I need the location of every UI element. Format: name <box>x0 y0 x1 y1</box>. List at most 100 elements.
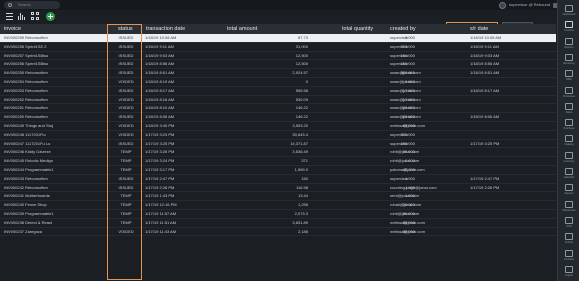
cell-status: TEMP <box>120 158 132 164</box>
table-row[interactable]: INV000237 Zaregoza VOIDED 1/17/19 11:43 AM… <box>0 228 556 237</box>
cell-invoice: INV000249 Things and Stuj <box>4 122 53 128</box>
sidebar-item-invoices[interactable]: Invoices <box>558 19 579 35</box>
cell-status: TEMP <box>120 202 132 208</box>
table-row[interactable]: INV000256 Sprint1SBiso ISSUED 1/18/19 8:56… <box>0 60 556 70</box>
cell-invoice: INV000247 1117201Fu Lu <box>4 140 51 146</box>
table-row[interactable]: INV000240 Fence Shop TEMP 1/17/19 12:16 PM… <box>0 201 556 210</box>
table-row[interactable]: INV000253 Rebonsoften ISSUED 1/18/19 8:17 … <box>0 87 556 96</box>
table-row[interactable]: INV000238 Detect & React TEMP 1/17/19 11:5… <box>0 219 556 228</box>
table-row[interactable]: INV000257 Sprint1SBiso ISSUED 1/18/19 9:03… <box>0 52 556 61</box>
cell-transaction-date: 1/17/19 11:51 AM <box>145 219 177 225</box>
add-button[interactable] <box>46 12 55 21</box>
cell-status: ISSUED <box>118 140 134 146</box>
sidebar-item-reports[interactable]: Reports <box>558 36 579 52</box>
cell-transaction-date: 1/17/19 3:24 PM <box>145 158 175 164</box>
right-sidebar: Dashboard Invoices Reports Receiving RMA Proc… <box>557 0 579 281</box>
sidebar-item-inventory[interactable]: Inventory <box>558 150 579 166</box>
cell-status: ISSUED <box>118 52 134 58</box>
cell-status: ISSUED <box>118 87 134 93</box>
sidebar-item-catalog[interactable]: Catalog <box>558 133 579 149</box>
cell-status: VOIDED <box>118 131 134 137</box>
cell-status: ISSUED <box>118 114 134 120</box>
cell-total-amount: 2,924.57 <box>292 70 308 76</box>
header-status[interactable]: status <box>118 24 133 34</box>
cell-transaction-date: 1/18/19 8:19 AM <box>145 78 175 84</box>
table-row[interactable]: INV000249 Things and Stuj VOIDED 1/18/19 3… <box>0 122 556 131</box>
sidebar-item-logout[interactable]: Logout <box>558 264 579 280</box>
cell-created-by: melissa@jonar.com <box>390 228 425 234</box>
header-total-amount[interactable]: total amount <box>227 24 257 34</box>
table-row[interactable]: INV000254 Rebonsoften VOIDED 1/18/19 8:19 … <box>0 78 556 87</box>
table-row[interactable]: INV000246 Kiddy Ozizeze TEMP 1/17/19 3:26 … <box>0 148 556 158</box>
cell-invoice: INV000240 Fence Shop <box>4 202 47 208</box>
sidebar-item-label: Processes <box>562 94 576 98</box>
table-row[interactable]: INV000258 Sprint1SE.2 ISSUED 1/18/19 9:11 … <box>0 43 556 52</box>
cell-invoice: INV000241 Motherboards <box>4 193 50 199</box>
table-row[interactable]: INV000252 Rebonsoften VOIDED 1/18/19 8:16 … <box>0 96 556 105</box>
table-row[interactable]: INV000251 Rebonsoften VOIDED 1/18/19 8:10 … <box>0 104 556 114</box>
cell-transaction-date: 1/18/19 8:06 AM <box>145 114 175 120</box>
cell-total-amount: 31,000 <box>295 43 308 49</box>
cell-invoice: INV000258 Sprint1SE.2 <box>4 43 47 49</box>
sidebar-item-dashboard[interactable]: Dashboard <box>558 3 579 19</box>
sidebar-item-label: Contacts <box>563 257 575 261</box>
cell-status: ISSUED <box>118 175 134 181</box>
cell-transaction-date: 1/17/19 2:26 PM <box>145 184 175 190</box>
cell-total-amount: 2,073.3 <box>294 210 308 216</box>
sidebar-item-receiving[interactable]: Receiving <box>558 52 579 68</box>
cell-created-by: swan@jonar.com <box>390 96 421 102</box>
cell-status: TEMP <box>120 193 132 199</box>
table-row[interactable]: INV000244 Programmable1 TEMP 1/17/19 3:17 … <box>0 166 556 175</box>
logout-icon <box>565 265 573 273</box>
cell-sr-date: 1/17/19 2:26 PM <box>470 184 500 190</box>
cell-created-by: melissa@jonar.com <box>390 122 425 128</box>
header-sr-date[interactable]: s/r date <box>470 24 488 34</box>
table-row[interactable]: INV000243 Rebonsoften ISSUED 1/17/19 2:47 … <box>0 175 556 184</box>
table-row[interactable]: INV000250 Rebonsoften ISSUED 1/18/19 8:06 … <box>0 113 556 122</box>
sidebar-item-rma[interactable]: RMA <box>558 68 579 84</box>
cell-status: ISSUED <box>118 43 134 49</box>
table-row[interactable]: INV000245 Robotic Medign TEMP 1/17/19 3:24… <box>0 157 556 166</box>
search-input[interactable]: Search <box>4 1 60 9</box>
search-icon <box>8 3 12 7</box>
header-invoice[interactable]: invoice <box>4 24 21 34</box>
sidebar-item-chat[interactable]: Chat <box>558 215 579 231</box>
header-created-by[interactable]: created by <box>390 24 416 34</box>
chart-view-icon[interactable] <box>17 12 26 21</box>
sidebar-item-warehouse[interactable]: Warehouse <box>558 199 579 215</box>
cell-status: VOIDED <box>118 228 134 234</box>
header-total-quantity[interactable]: total quantity <box>342 24 373 34</box>
sidebar-item-label: Purchase <box>563 127 575 131</box>
table-row[interactable]: INV000247 1117201Fu Lu ISSUED 1/17/19 3:25… <box>0 140 556 149</box>
cell-created-by: rohit@jonar.com <box>390 210 420 216</box>
contacts-icon <box>565 249 573 257</box>
cell-total-amount: 146.22 <box>295 105 308 111</box>
table-row[interactable]: INV000255 Rebonsoften ISSUED 1/18/19 8:51 … <box>0 69 556 78</box>
cell-total-amount: 146.22 <box>295 114 308 120</box>
dashboard-icon <box>565 5 573 12</box>
sidebar-item-calendar[interactable]: Calendar <box>558 166 579 182</box>
sidebar-item-purchase[interactable]: Purchase <box>558 117 579 133</box>
cell-total-amount: 87.73 <box>297 35 308 40</box>
grid-view-icon[interactable] <box>31 12 40 21</box>
cell-status: ISSUED <box>118 184 134 190</box>
sidebar-item-sales[interactable]: Sales <box>558 101 579 117</box>
sidebar-item-contacts[interactable]: Contacts <box>558 248 579 264</box>
cell-sr-date: 1/18/19 9:11 AM <box>470 43 499 49</box>
sidebar-item-processes[interactable]: Processes <box>558 85 579 101</box>
sidebar-item-label: Catalog <box>564 143 574 147</box>
header-transaction-date[interactable]: transaction date <box>146 24 185 34</box>
calendar-icon <box>565 168 573 175</box>
table-row[interactable]: INV000242 Rebonsoften ISSUED 1/17/19 2:26 … <box>0 184 556 193</box>
cell-sr-date: 1/18/19 8:17 AM <box>470 87 500 93</box>
table-row[interactable]: INV000239 Programmable1 TEMP 1/17/19 11:57… <box>0 210 556 219</box>
cell-created-by: supervisor <box>390 140 409 146</box>
table-row[interactable]: INV000241 Motherboards TEMP 1/17/19 1:43 P… <box>0 192 556 202</box>
sidebar-item-support[interactable]: Support <box>558 182 579 198</box>
cell-status: VOIDED <box>118 78 134 84</box>
table-row[interactable]: INV000248 1117201Fiu VOIDED 1/17/19 3:23 P… <box>0 131 556 140</box>
table-row[interactable]: INV000259 Rebonsoften ISSUED 1/18/19 10:08… <box>0 34 556 43</box>
sidebar-item-activity[interactable]: Activity <box>558 231 579 247</box>
list-view-icon[interactable] <box>5 12 14 21</box>
cell-status: ISSUED <box>118 35 134 40</box>
